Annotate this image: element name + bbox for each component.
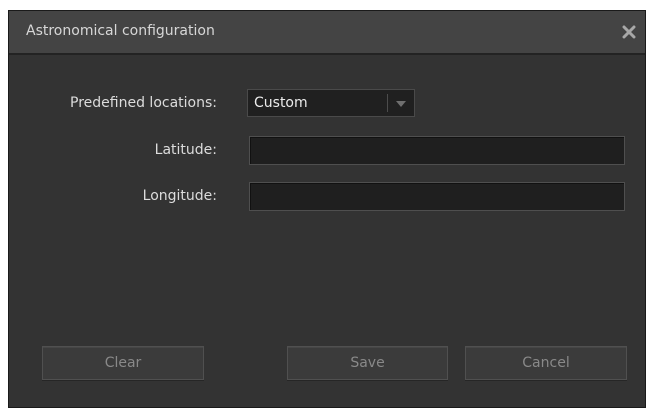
predefined-locations-value: Custom (254, 95, 308, 111)
select-divider (387, 94, 388, 112)
latitude-field[interactable] (249, 136, 625, 165)
astronomical-configuration-dialog: Astronomical configuration Predefined lo… (8, 10, 646, 408)
longitude-field[interactable] (249, 182, 625, 211)
close-icon[interactable] (619, 22, 639, 42)
dialog-titlebar: Astronomical configuration (9, 11, 645, 55)
clear-button[interactable]: Clear (42, 346, 204, 380)
cancel-button[interactable]: Cancel (465, 346, 627, 380)
latitude-label: Latitude: (154, 142, 217, 158)
chevron-down-icon[interactable] (393, 96, 409, 110)
save-button[interactable]: Save (287, 346, 448, 380)
dialog-title: Astronomical configuration (26, 23, 215, 39)
longitude-label: Longitude: (142, 188, 217, 204)
predefined-locations-select[interactable]: Custom (247, 89, 415, 117)
predefined-locations-label: Predefined locations: (70, 95, 217, 111)
